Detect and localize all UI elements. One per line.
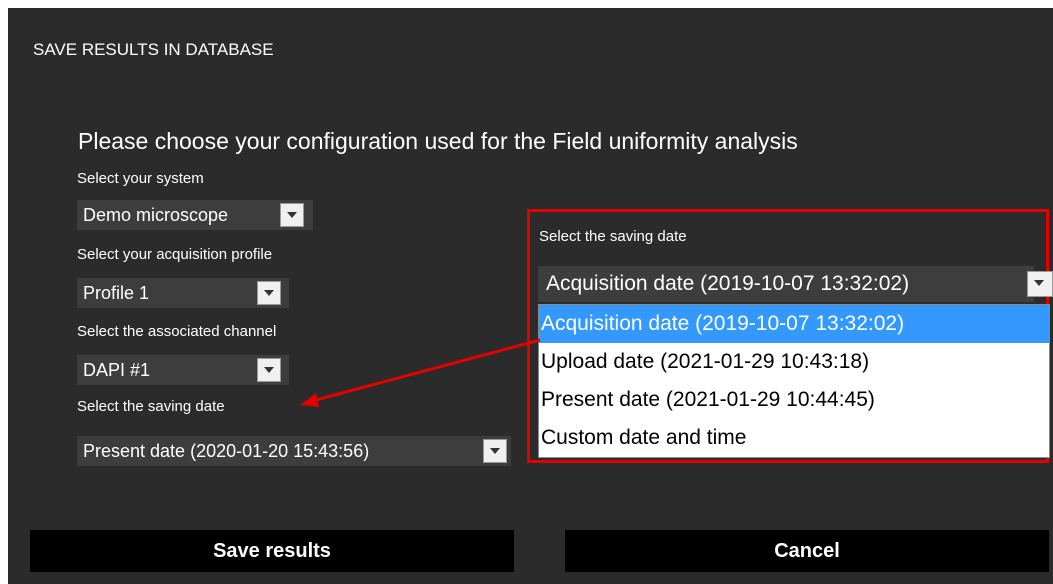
channel-label: Select the associated channel [77,323,277,340]
option-acquisition-date[interactable]: Acquisition date (2019-10-07 13:32:02) [539,305,1049,343]
callout-select-value: Acquisition date (2019-10-07 13:32:02) [546,272,910,295]
profile-label: Select your acquisition profile [77,246,273,263]
chevron-down-icon[interactable] [280,203,304,227]
channel-select[interactable]: DAPI #1 [77,355,289,385]
chevron-down-icon[interactable] [257,281,281,305]
system-select-value: Demo microscope [83,205,229,225]
saving-date-select-value: Present date (2020-01-20 15:43:56) [83,441,370,461]
option-upload-date[interactable]: Upload date (2021-01-29 10:43:18) [539,343,1049,381]
system-label: Select your system [77,170,204,187]
option-present-date[interactable]: Present date (2021-01-29 10:44:45) [539,381,1049,419]
dialog-title: SAVE RESULTS IN DATABASE [33,40,274,59]
saving-date-callout: Select the saving date Acquisition date … [527,209,1053,463]
profile-select[interactable]: Profile 1 [77,278,289,308]
cancel-button[interactable]: Cancel [565,530,1049,572]
chevron-down-icon[interactable] [1027,271,1053,297]
dialog-heading: Please choose your configuration used fo… [78,128,798,154]
saving-date-label: Select the saving date [77,398,225,415]
profile-select-value: Profile 1 [83,283,150,303]
system-select[interactable]: Demo microscope [77,200,313,230]
saving-date-options-list: Acquisition date (2019-10-07 13:32:02) U… [538,304,1050,458]
save-results-button[interactable]: Save results [30,530,514,572]
chevron-down-icon[interactable] [483,439,507,463]
channel-select-value: DAPI #1 [83,360,151,380]
callout-saving-date-label: Select the saving date [539,228,687,245]
saving-date-select[interactable]: Present date (2020-01-20 15:43:56) [77,436,511,466]
option-custom-date[interactable]: Custom date and time [539,419,1049,457]
callout-saving-date-select[interactable]: Acquisition date (2019-10-07 13:32:02) [538,266,1053,302]
chevron-down-icon[interactable] [257,358,281,382]
